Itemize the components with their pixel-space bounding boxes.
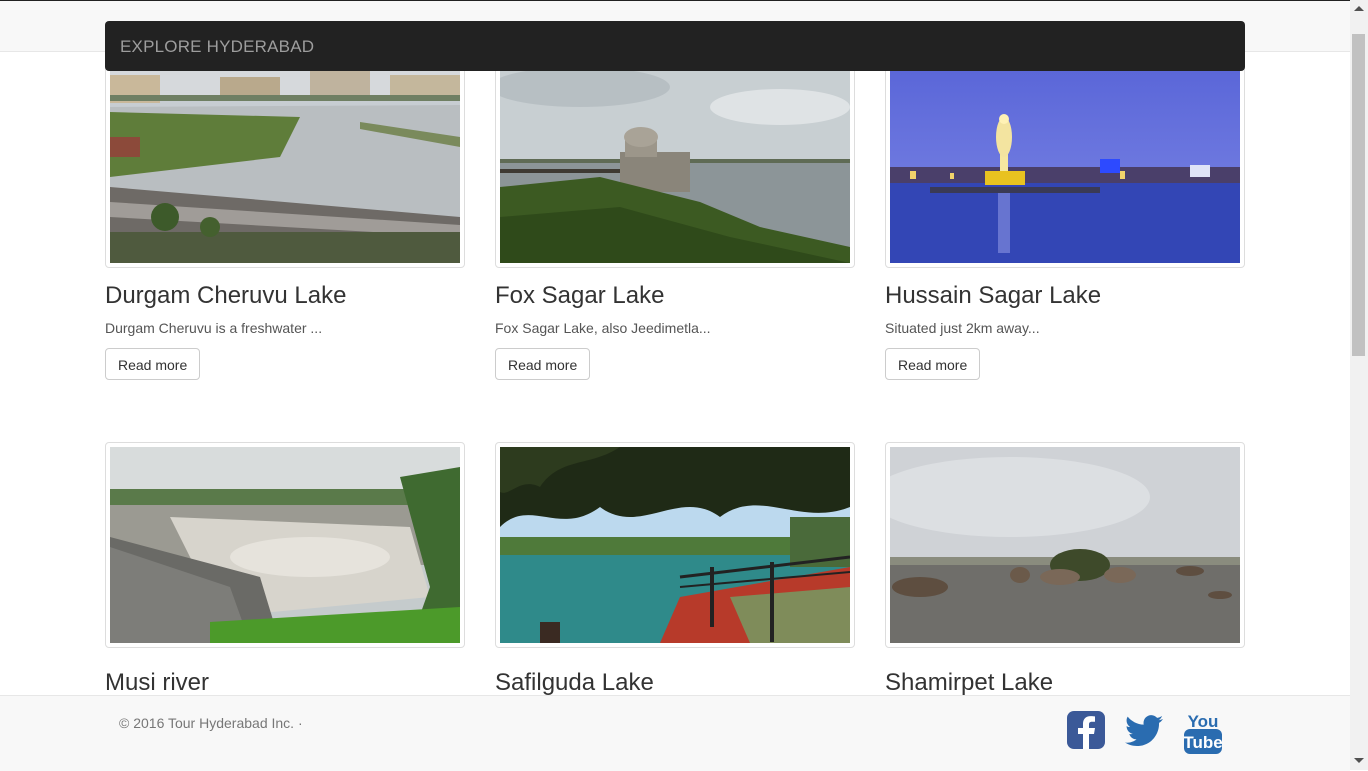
card-title: Shamirpet Lake bbox=[885, 669, 1054, 696]
lake-trees-railing-image bbox=[500, 447, 851, 643]
facebook-icon[interactable] bbox=[1067, 711, 1105, 754]
footer: © 2016 Tour Hyderabad Inc. · You Tube bbox=[0, 695, 1350, 771]
navbar-brand[interactable]: EXPLORE HYDERABAD bbox=[120, 37, 314, 57]
twitter-icon[interactable] bbox=[1125, 715, 1163, 752]
card-description: Fox Sagar Lake, also Jeedimetla... bbox=[495, 320, 711, 336]
scroll-down-icon[interactable] bbox=[1354, 758, 1364, 763]
card-thumbnail bbox=[105, 442, 465, 648]
card-thumbnail bbox=[490, 62, 855, 268]
buddha-statue-night-image bbox=[890, 67, 1240, 263]
read-more-button[interactable]: Read more bbox=[885, 348, 981, 380]
card-thumbnail bbox=[495, 442, 855, 648]
card-thumbnail bbox=[105, 62, 465, 268]
card-description: Situated just 2km away... bbox=[885, 320, 1040, 336]
youtube-icon[interactable]: You Tube bbox=[1183, 710, 1223, 759]
card-thumbnail bbox=[870, 442, 1245, 648]
svg-text:Tube: Tube bbox=[1184, 733, 1222, 752]
card-thumbnail bbox=[885, 62, 1245, 268]
svg-text:You: You bbox=[1188, 712, 1219, 731]
card-description: Durgam Cheruvu is a freshwater ... bbox=[105, 320, 323, 336]
main-content: Durgam Cheruvu Lake Durgam Cheruvu is a … bbox=[0, 0, 1350, 770]
scrollbar[interactable] bbox=[1350, 0, 1368, 770]
card-title: Musi river bbox=[105, 669, 210, 696]
read-more-button[interactable]: Read more bbox=[105, 348, 201, 380]
read-more-button[interactable]: Read more bbox=[495, 348, 591, 380]
card-title: Durgam Cheruvu Lake bbox=[105, 282, 347, 309]
card-title: Fox Sagar Lake bbox=[495, 282, 665, 309]
lake-city-promenade-image bbox=[110, 67, 460, 263]
copyright-text: © 2016 Tour Hyderabad Inc. · bbox=[119, 715, 303, 731]
card-title: Hussain Sagar Lake bbox=[885, 282, 1102, 309]
scrollbar-thumb[interactable] bbox=[1352, 34, 1365, 356]
river-weir-flood-image bbox=[110, 447, 460, 643]
scroll-up-icon[interactable] bbox=[1354, 6, 1364, 11]
lake-rocks-dusk-image bbox=[870, 447, 1240, 643]
card-title: Safilguda Lake bbox=[495, 669, 654, 696]
lake-tower-bridge-image bbox=[490, 67, 850, 263]
navbar: EXPLORE HYDERABAD bbox=[105, 21, 1245, 71]
